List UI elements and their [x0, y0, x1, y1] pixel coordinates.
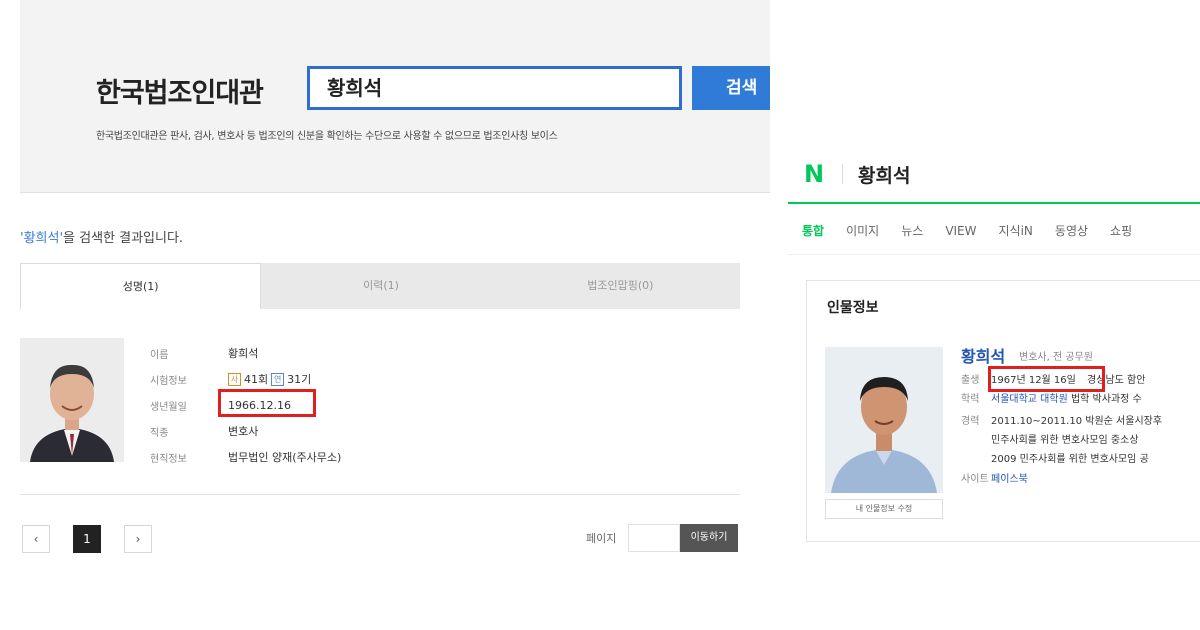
tab-news[interactable]: 뉴스: [901, 215, 923, 254]
person-info-card: 인물정보 내 인물정보 수정 황희석 변호사, 전 공무원 출생 1967년 12…: [806, 280, 1200, 542]
education-label: 학력: [961, 394, 980, 405]
tab-integrated[interactable]: 통합: [802, 215, 824, 254]
naver-logo[interactable]: N: [804, 160, 824, 188]
site-title: 한국법조인대관: [96, 78, 264, 109]
person-occupation: 변호사, 전 공무원: [1019, 352, 1093, 363]
training-class: 31기: [287, 373, 312, 386]
card-title: 인물정보: [827, 300, 879, 316]
page-number-input[interactable]: [628, 524, 680, 552]
exam-badge-icon: 사: [228, 372, 241, 386]
prev-page-button[interactable]: ‹: [22, 525, 50, 553]
search-notice: 한국법조인대관은 판사, 검사, 변호사 등 법조인의 신분을 확인하는 수단으…: [96, 131, 558, 142]
training-badge-icon: 연: [271, 372, 285, 386]
pagination: ‹ 1 ›: [22, 525, 175, 553]
edit-profile-button[interactable]: 내 인물정보 수정: [825, 499, 943, 519]
naver-tabs: 통합 이미지 뉴스 VIEW 지식iN 동영상 쇼핑: [788, 215, 1200, 255]
education-detail: 법학 박사과정 수: [1070, 394, 1142, 405]
site-row: 사이트 페이스북: [961, 470, 1028, 485]
tab-history[interactable]: 이력(1): [261, 263, 500, 309]
naver-header: N 황희석: [788, 144, 1200, 204]
info-row-name: 이름 황희석: [150, 340, 341, 366]
career-row-2: 민주사회를 위한 변호사모임 중소상: [991, 431, 1139, 446]
education-row: 학력 서울대학교 대학원 법학 박사과정 수: [961, 390, 1142, 405]
person-photo: [825, 347, 943, 493]
tab-video[interactable]: 동영상: [1055, 215, 1088, 254]
page-move-label: 페이지: [586, 532, 617, 545]
search-input[interactable]: 황희석: [307, 66, 682, 110]
tab-kin[interactable]: 지식iN: [999, 215, 1033, 254]
info-row-job: 직종 변호사: [150, 418, 341, 444]
tab-shopping[interactable]: 쇼핑: [1110, 215, 1132, 254]
birth-label: 출생: [961, 375, 980, 386]
profile-photo: [20, 338, 124, 462]
site-label: 사이트: [961, 474, 989, 485]
tab-mapping[interactable]: 법조인맙핑(0): [501, 263, 740, 309]
tab-name[interactable]: 성명(1): [20, 263, 262, 309]
result-tabs: 성명(1) 이력(1) 법조인맙핑(0): [20, 263, 740, 309]
divider: [20, 494, 740, 495]
page-move-button[interactable]: 이동하기: [680, 524, 738, 552]
tab-view[interactable]: VIEW: [945, 215, 976, 254]
info-label: 현직정보: [150, 453, 187, 465]
result-keyword: '황희석': [20, 231, 64, 246]
legal-directory-panel: 한국법조인대관 황희석 검색 한국법조인대관은 판사, 검사, 변호사 등 법조…: [0, 0, 770, 630]
career-row-3: 2009 민주사회를 위한 변호사모임 공: [991, 450, 1149, 465]
naver-search-query[interactable]: 황희석: [858, 161, 910, 188]
info-label: 생년월일: [150, 401, 187, 413]
result-caption: '황희석'을 검색한 결과입니다.: [20, 227, 183, 246]
naver-search-panel: N 황희석 통합 이미지 뉴스 VIEW 지식iN 동영상 쇼핑 인물정보 내 …: [788, 0, 1200, 630]
tab-images[interactable]: 이미지: [846, 215, 879, 254]
career-item: 민주사회를 위한 변호사모임 중소상: [991, 435, 1139, 446]
career-row: 경력 2011.10~2011.10 박원순 서울시장후: [961, 412, 1162, 427]
career-item: 2009 민주사회를 위한 변호사모임 공: [991, 454, 1149, 465]
career-item: 2011.10~2011.10 박원순 서울시장후: [991, 416, 1163, 427]
career-label: 경력: [961, 416, 980, 427]
birthdate-highlight-box: [218, 389, 316, 417]
search-button[interactable]: 검색: [692, 66, 770, 110]
exam-round: 41회: [244, 373, 269, 386]
info-label: 시험정보: [150, 375, 187, 387]
info-value-exam: 사 41회 연 31기: [228, 371, 311, 387]
person-name-link[interactable]: 황희석: [961, 343, 1005, 367]
info-row-current: 현직정보 법무법인 양재(주사무소): [150, 444, 341, 470]
facebook-link[interactable]: 페이스북: [991, 474, 1028, 485]
info-label: 직종: [150, 427, 169, 439]
education-link[interactable]: 서울대학교 대학원: [991, 394, 1068, 405]
info-value: 변호사: [228, 425, 259, 438]
info-label: 이름: [150, 349, 169, 361]
current-page-button[interactable]: 1: [73, 525, 101, 553]
info-value: 황희석: [228, 347, 259, 360]
next-page-button[interactable]: ›: [124, 525, 152, 553]
info-value: 법무법인 양재(주사무소): [228, 451, 342, 464]
birthdate-highlight-box: [988, 366, 1105, 392]
result-suffix: 을 검색한 결과입니다.: [63, 231, 184, 246]
divider: [842, 164, 843, 184]
